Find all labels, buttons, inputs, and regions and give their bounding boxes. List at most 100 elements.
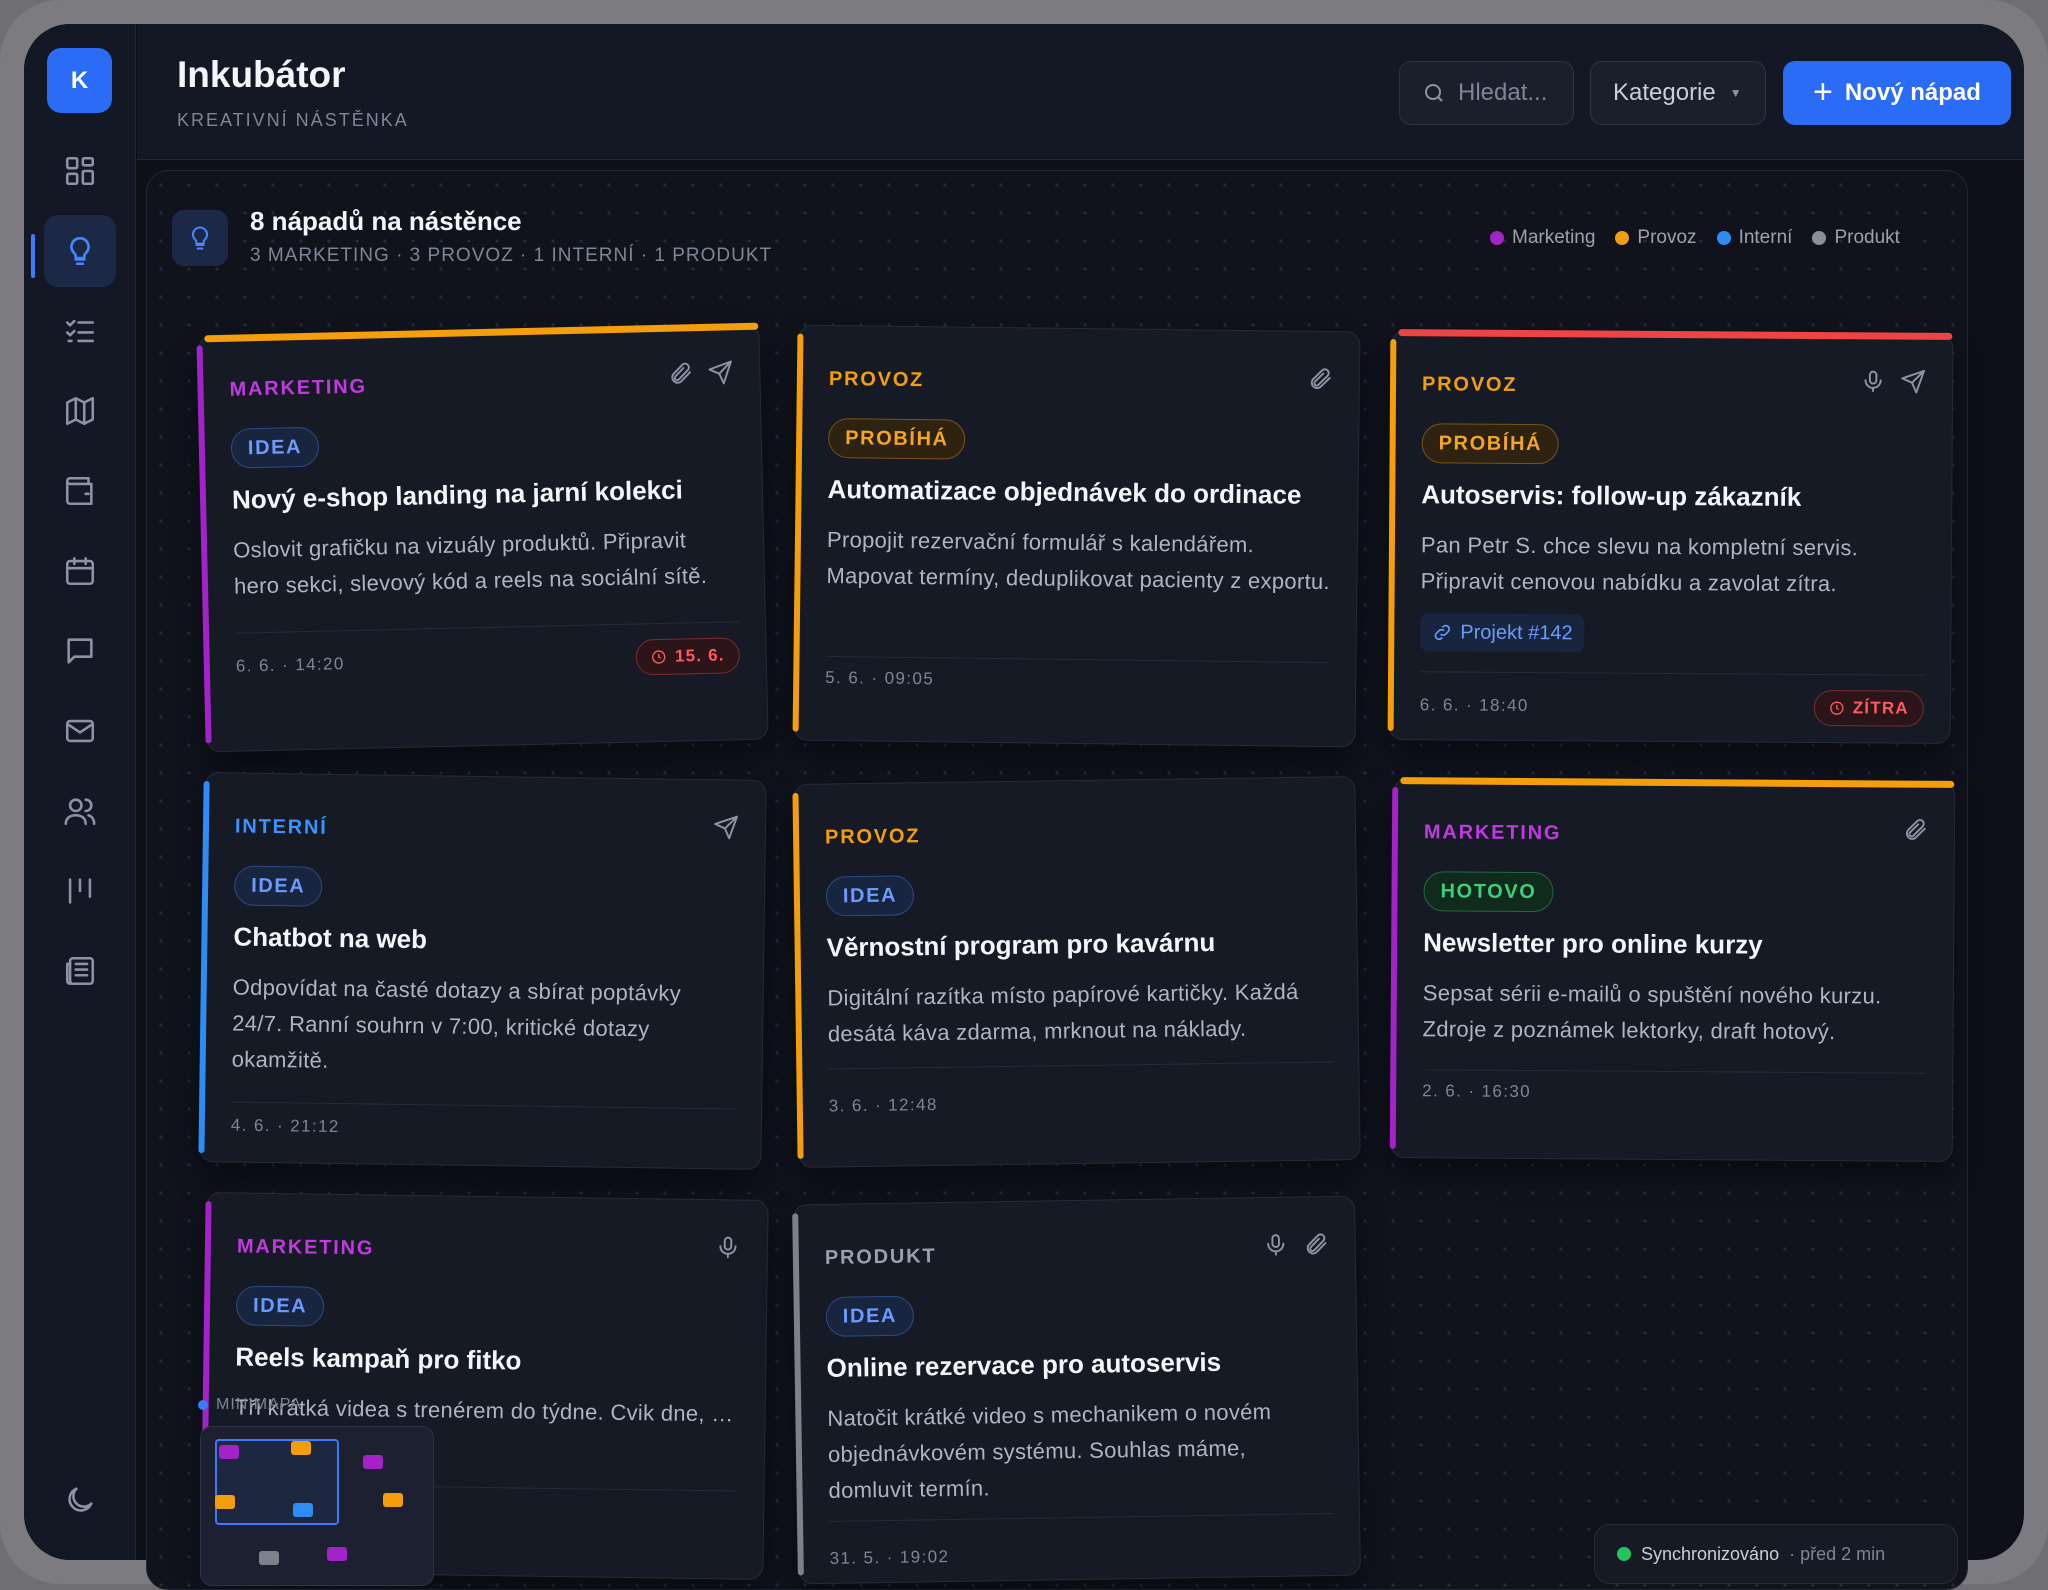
card-title: Nový e-shop landing na jarní kolekci [231,474,684,515]
card-category: PRODUKT [824,1245,937,1269]
legend-item-provoz[interactable]: Provoz [1615,227,1697,249]
idea-card[interactable]: PROVOZ PROBÍHÁ Automatizace objednávek d… [792,324,1361,748]
send-icon[interactable] [1900,369,1926,395]
app-logo[interactable]: K [47,48,112,113]
deadline-label: ZÍTRA [1852,698,1909,718]
card-category: MARKETING [1423,821,1562,845]
status-badge: PROBÍHÁ [1421,423,1560,465]
card-divider [1420,671,1925,676]
card-divider [231,1101,736,1110]
paperclip-icon[interactable] [1902,817,1928,843]
card-description: Digitální razítka místo papírové kartičk… [827,978,1299,1047]
legend-item-produkt[interactable]: Produkt [1812,227,1900,249]
nav-calendar[interactable] [44,535,116,607]
card-category: PROVOZ [824,825,921,849]
theme-toggle[interactable] [44,1464,116,1536]
checklist-icon [65,319,95,343]
card-icons [1902,817,1928,843]
nav-ideas[interactable] [44,215,116,287]
nav-tasks[interactable] [44,295,116,367]
project-label: Projekt #142 [1460,621,1573,644]
card-description: Sepsat sérii e-mailů o spuštění nového k… [1422,980,1882,1045]
card-title: Online rezervace pro autoservis [826,1346,1222,1383]
minimap-card [293,1503,313,1517]
card-title: Chatbot na web [233,921,428,955]
card-category: PROVOZ [828,367,925,392]
send-icon[interactable] [713,814,739,840]
search-input[interactable]: Hledat... [1399,61,1574,125]
clock-icon [652,650,666,664]
minimap[interactable] [200,1426,434,1586]
minimap-card [383,1493,403,1507]
card-description: Oslovit grafičku na vizuály produktů. Př… [232,527,708,599]
page-title: Inkubátor [177,54,346,95]
minimap-card [327,1547,347,1561]
board-title: 8 nápadů na nástěnce [250,206,522,236]
status-badge: IDEA [233,865,323,907]
card-date: 2. 6. · 16:30 [1422,1081,1532,1102]
category-accent [1389,787,1399,1150]
minimap-dot [198,1400,208,1410]
page-subtitle: KREATIVNÍ NÁSTĚNKA [177,110,409,130]
card-date: 5. 6. · 09:05 [825,667,935,689]
card-divider [828,1061,1333,1070]
card-description: Odpovídat na časté dotazy a sbírat poptá… [231,974,682,1073]
minimap-card [363,1455,383,1469]
card-category: PROVOZ [1421,373,1518,396]
card-icons [1263,1231,1329,1258]
category-select[interactable]: Kategorie ▼ [1590,61,1766,125]
idea-card[interactable]: MARKETING HOTOVO Newsletter pro online k… [1389,777,1956,1162]
legend-label: Interní [1738,227,1793,248]
minimap-card [259,1551,279,1565]
nav-kanban[interactable] [44,855,116,927]
microphone-icon[interactable] [1263,1232,1289,1258]
card-date: 6. 6. · 14:20 [235,654,345,676]
card-icons [713,814,739,840]
new-idea-button[interactable]: + Nový nápad [1783,61,2011,125]
status-badge: IDEA [235,1285,325,1327]
minimap-label: MINIMAPA [198,1396,302,1414]
top-header: Inkubátor KREATIVNÍ NÁSTĚNKA Hledat... K… [137,24,2024,160]
legend-item-interni[interactable]: Interní [1716,227,1793,249]
board-summary: 3 MARKETING · 3 PROVOZ · 1 INTERNÍ · 1 P… [250,245,773,266]
status-badge: HOTOVO [1423,871,1554,913]
status-badge: IDEA [825,875,915,917]
nav-mail[interactable] [44,695,116,767]
nav-map[interactable] [44,375,116,447]
legend-dot [1615,231,1630,245]
nav-chat[interactable] [44,615,116,687]
idea-card[interactable]: MARKETING IDEA Nový e-shop landing na ja… [196,322,769,753]
legend-item-marketing[interactable]: Marketing [1490,227,1595,249]
board-header-badge [172,210,228,266]
idea-card[interactable]: PROVOZ IDEA Věrnostní program pro kavárn… [792,776,1361,1168]
card-description: Pan Petr S. chce slevu na kompletní serv… [1420,532,1859,597]
nav-users[interactable] [44,775,116,847]
link-icon [1434,624,1451,641]
card-icons [1860,368,1926,394]
idea-card[interactable]: INTERNÍ IDEA Chatbot na web Odpovídat na… [198,772,767,1170]
nav-wallet[interactable] [44,455,116,527]
idea-card[interactable]: PROVOZ PROBÍHÁ Autoservis: follow-up zák… [1387,329,1954,744]
paperclip-icon[interactable] [667,360,694,387]
send-icon[interactable] [707,359,734,386]
users-icon [64,798,96,826]
nav-dashboard[interactable] [44,135,116,207]
legend-label: Provoz [1637,227,1697,248]
minimap-title: MINIMAPA [216,1396,302,1413]
lightbulb-icon [191,226,209,250]
active-indicator [31,234,35,278]
kanban-icon [68,878,92,904]
paperclip-icon[interactable] [1303,1231,1329,1257]
nav-news[interactable] [44,935,116,1007]
microphone-icon[interactable] [715,1234,741,1260]
paperclip-icon[interactable] [1307,366,1333,392]
idea-card[interactable]: PRODUKT IDEA Online rezervace pro autose… [792,1195,1361,1585]
microphone-icon[interactable] [1860,368,1886,394]
map-icon [65,396,95,426]
card-description: Propojit rezervační formulář s kalendáře… [826,526,1331,595]
calendar-icon [65,556,95,586]
project-link[interactable]: Projekt #142 [1420,613,1585,653]
card-title: Automatizace objednávek do ordinace [827,473,1302,510]
card-divider [1422,1069,1927,1074]
card-icons [1307,366,1333,392]
